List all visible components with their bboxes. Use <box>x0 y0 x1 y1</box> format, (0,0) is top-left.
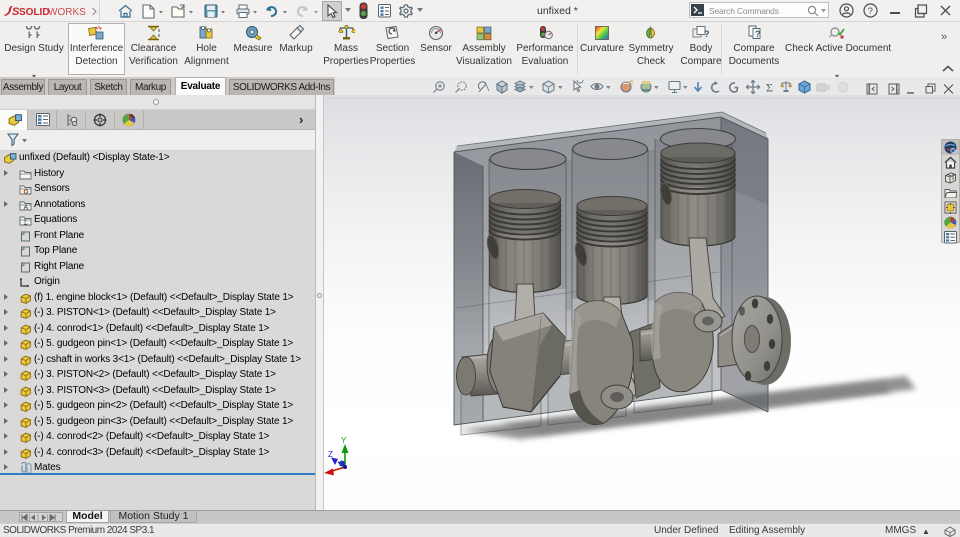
svg-text:?: ? <box>755 29 761 39</box>
svg-text:?: ? <box>868 6 873 17</box>
svg-text:Σ: Σ <box>766 81 773 95</box>
svg-text:Z: Z <box>328 450 333 459</box>
svg-text:A: A <box>24 204 29 211</box>
svg-text:Σ: Σ <box>24 219 28 227</box>
svg-text:SOLID: SOLID <box>19 7 50 18</box>
svg-text:Y: Y <box>341 436 347 445</box>
svg-text:WORKS: WORKS <box>48 7 86 18</box>
svg-text:?: ? <box>704 29 710 39</box>
